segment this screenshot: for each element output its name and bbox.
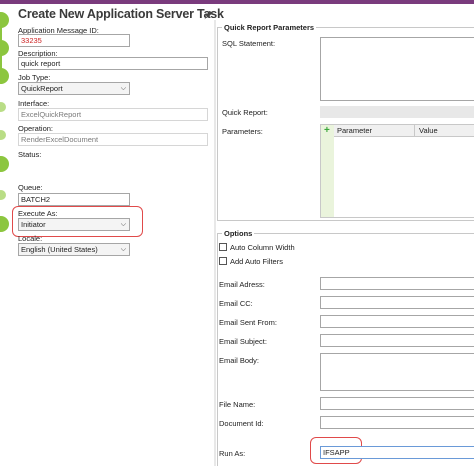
queue-label: Queue:	[18, 183, 43, 192]
run-as-field[interactable]: IFSAPP	[320, 446, 474, 459]
options-group-title: Options	[222, 229, 255, 238]
grid-header: Parameter Value	[334, 125, 474, 137]
step-circle-icon[interactable]	[0, 40, 9, 56]
email-sent-from-label: Email Sent From:	[219, 318, 277, 327]
step-circle-icon[interactable]	[0, 156, 9, 172]
step-circle-icon[interactable]	[0, 12, 9, 28]
email-subject-label: Email Subject:	[219, 337, 267, 346]
quick-report-field	[320, 106, 474, 118]
options-group	[217, 233, 474, 466]
email-address-field[interactable]	[320, 277, 474, 290]
job-type-label: Job Type:	[18, 73, 51, 82]
email-body-field[interactable]	[320, 353, 474, 391]
email-cc-field[interactable]	[320, 296, 474, 309]
app-message-id-field[interactable]: 33235	[18, 34, 130, 47]
locale-label: Locale:	[18, 234, 43, 243]
execute-as-value: Initiator	[21, 220, 46, 229]
auto-column-width-checkbox[interactable]	[219, 243, 227, 251]
parameters-label: Parameters:	[222, 127, 263, 136]
email-address-label: Email Adress:	[219, 280, 265, 289]
queue-field[interactable]: BATCH2	[18, 193, 130, 206]
job-type-value: QuickReport	[21, 84, 63, 93]
operation-field: RenderExcelDocument	[18, 133, 208, 146]
chevron-down-icon: ⌵	[120, 221, 126, 228]
step-dot-icon[interactable]	[0, 130, 6, 140]
step-dot-icon[interactable]	[0, 190, 6, 200]
quick-report-label: Quick Report:	[222, 108, 268, 117]
quick-report-group-title: Quick Report Parameters	[222, 23, 317, 32]
execute-as-select[interactable]: Initiator ⌵	[18, 218, 130, 231]
sql-statement-label: SQL Statement:	[222, 39, 276, 48]
chevron-down-icon: ⌵	[120, 85, 126, 92]
file-name-label: File Name:	[219, 400, 256, 409]
top-accent-bar	[0, 0, 474, 4]
document-id-field[interactable]	[320, 416, 474, 429]
locale-select[interactable]: English (United States) ⌵	[18, 243, 130, 256]
operation-label: Operation:	[18, 124, 54, 133]
parameters-grid[interactable]	[320, 124, 474, 218]
col-value[interactable]: Value	[414, 125, 438, 137]
add-row-icon[interactable]: +	[324, 126, 330, 136]
job-type-select[interactable]: QuickReport ⌵	[18, 82, 130, 95]
email-body-label: Email Body:	[219, 356, 260, 365]
step-circle-icon[interactable]	[0, 216, 9, 232]
sql-statement-field[interactable]	[320, 37, 474, 101]
panel-divider	[214, 20, 216, 466]
step-circle-icon[interactable]	[0, 68, 9, 84]
email-subject-field[interactable]	[320, 334, 474, 347]
chevron-down-icon: ⌵	[120, 246, 126, 253]
description-field[interactable]: quick report	[18, 57, 208, 70]
email-sent-from-field[interactable]	[320, 315, 474, 328]
progress-rail	[0, 4, 10, 466]
file-name-field[interactable]	[320, 397, 474, 410]
auto-column-width-label: Auto Column Width	[230, 243, 295, 252]
execute-as-label: Execute As:	[18, 209, 58, 218]
pin-icon[interactable]: 🖈	[204, 8, 213, 25]
status-label: Status:	[18, 150, 42, 159]
page-title: Create New Application Server Task	[18, 7, 224, 21]
locale-value: English (United States)	[21, 245, 98, 254]
step-dot-icon[interactable]	[0, 102, 6, 112]
email-cc-label: Email CC:	[219, 299, 253, 308]
grid-row-header	[321, 125, 334, 217]
col-parameter[interactable]: Parameter	[337, 125, 372, 137]
run-as-label: Run As:	[219, 449, 246, 458]
document-id-label: Document Id:	[219, 419, 264, 428]
auto-filters-label: Add Auto Filters	[230, 257, 283, 266]
interface-field: ExcelQuickReport	[18, 108, 208, 121]
interface-label: Interface:	[18, 99, 50, 108]
auto-filters-checkbox[interactable]	[219, 257, 227, 265]
